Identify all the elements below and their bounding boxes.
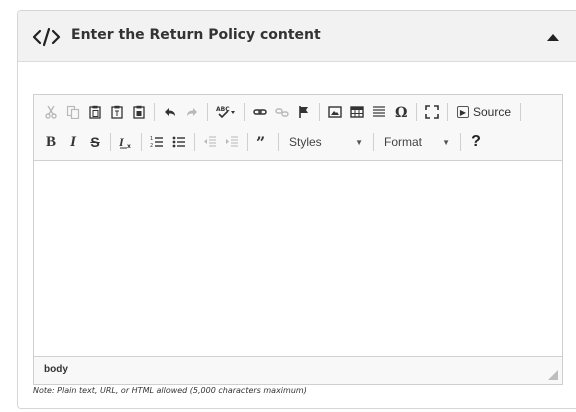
resize-grip-icon[interactable] [548,370,558,380]
paste-icon [89,105,101,119]
editor-toolbar: ABC Ω ▶ Source B I S I x 1 2 ” Styles ▼ … [34,95,562,161]
toolbar-separator [110,133,111,151]
numbered-list-button[interactable]: 12 [147,130,167,154]
undo-button[interactable] [160,100,180,124]
toolbar-separator [416,103,417,121]
flag-icon [299,106,308,118]
collapse-triangle-icon[interactable] [546,30,560,44]
maximize-button[interactable] [422,100,442,124]
omega-icon: Ω [395,105,407,119]
horizontal-line-icon [373,106,385,117]
paste-word-icon [133,105,145,119]
link-icon [253,109,267,115]
maximize-icon [425,105,439,119]
outdent-icon [204,136,216,147]
toolbar-separator [373,133,374,151]
cut-icon [45,105,57,119]
toolbar-separator [154,103,155,121]
rich-text-editor: ABC Ω ▶ Source B I S I x 1 2 ” Styles ▼ … [33,94,563,385]
copy-button[interactable] [63,100,83,124]
table-icon [350,106,364,118]
paste-text-button[interactable] [107,100,127,124]
element-path[interactable]: body [44,364,68,375]
horizontal-line-button[interactable] [369,100,389,124]
panel-header: Enter the Return Policy content [18,11,576,62]
strikethrough-button[interactable]: S [85,130,105,154]
field-note: Note: Plain text, URL, or HTML allowed (… [33,386,307,395]
redo-icon [187,108,197,116]
image-icon [328,106,342,118]
toolbar-separator [319,103,320,121]
toolbar-separator [278,133,279,151]
code-icon [32,27,61,47]
bold-button[interactable]: B [41,130,61,154]
toolbar-separator [460,133,461,151]
editor-status-bar: body [34,356,562,384]
chevron-down-icon: ▼ [442,137,450,147]
toolbar-separator [207,103,208,121]
paste-word-button[interactable] [129,100,149,124]
svg-text:Ω: Ω [395,105,407,119]
undo-icon [165,108,175,116]
indent-icon [226,136,238,147]
toolbar-separator [247,133,248,151]
svg-text:”: ” [256,135,265,149]
spellcheck-icon: ABC [216,106,235,119]
toolbar-row-1: ABC Ω ▶ Source [40,99,525,125]
svg-text:1: 1 [150,136,153,142]
redo-button[interactable] [182,100,202,124]
unlink-icon [275,108,289,117]
spellcheck-button[interactable]: ABC [213,100,239,124]
format-dropdown[interactable]: Format ▼ [378,131,456,153]
special-char-button[interactable]: Ω [391,100,411,124]
toolbar-separator [244,103,245,121]
svg-text:x: x [127,143,131,149]
bulleted-list-icon [172,136,185,148]
remove-format-icon: Ix [119,135,131,149]
return-policy-panel: Enter the Return Policy content ABC Ω ▶ … [17,10,576,409]
toolbar-separator [447,103,448,121]
paste-button[interactable] [85,100,105,124]
copy-icon [66,105,80,119]
panel-title: Enter the Return Policy content [71,27,321,43]
table-button[interactable] [347,100,367,124]
editor-content-area[interactable] [34,161,562,356]
toolbar-separator [520,103,522,121]
styles-label: Styles [289,135,322,149]
format-label: Format [384,135,423,149]
decrease-indent-button[interactable] [200,130,220,154]
link-button[interactable] [250,100,270,124]
blockquote-button[interactable]: ” [253,130,273,154]
image-button[interactable] [325,100,345,124]
quote-icon: ” [256,135,265,149]
italic-button[interactable]: I [63,130,83,154]
toolbar-separator [194,133,195,151]
help-button[interactable]: ? [466,130,486,154]
svg-text:2: 2 [150,143,153,149]
remove-format-button[interactable]: Ix [116,130,136,154]
svg-text:I: I [119,135,125,149]
paste-text-icon [111,105,123,119]
toolbar-separator [141,133,142,151]
chevron-down-icon: ▼ [355,137,363,147]
cut-button[interactable] [41,100,61,124]
unlink-button[interactable] [272,100,292,124]
source-icon: ▶ [457,106,469,118]
bulleted-list-button[interactable] [169,130,189,154]
source-button[interactable]: ▶ Source [453,100,515,124]
increase-indent-button[interactable] [222,130,242,154]
source-label: Source [473,105,512,119]
numbered-list-icon: 12 [150,136,163,149]
anchor-button[interactable] [294,100,314,124]
styles-dropdown[interactable]: Styles ▼ [283,131,369,153]
toolbar-row-2: B I S Ix 12 ” Styles ▼ Format ▼ ? [40,129,487,155]
